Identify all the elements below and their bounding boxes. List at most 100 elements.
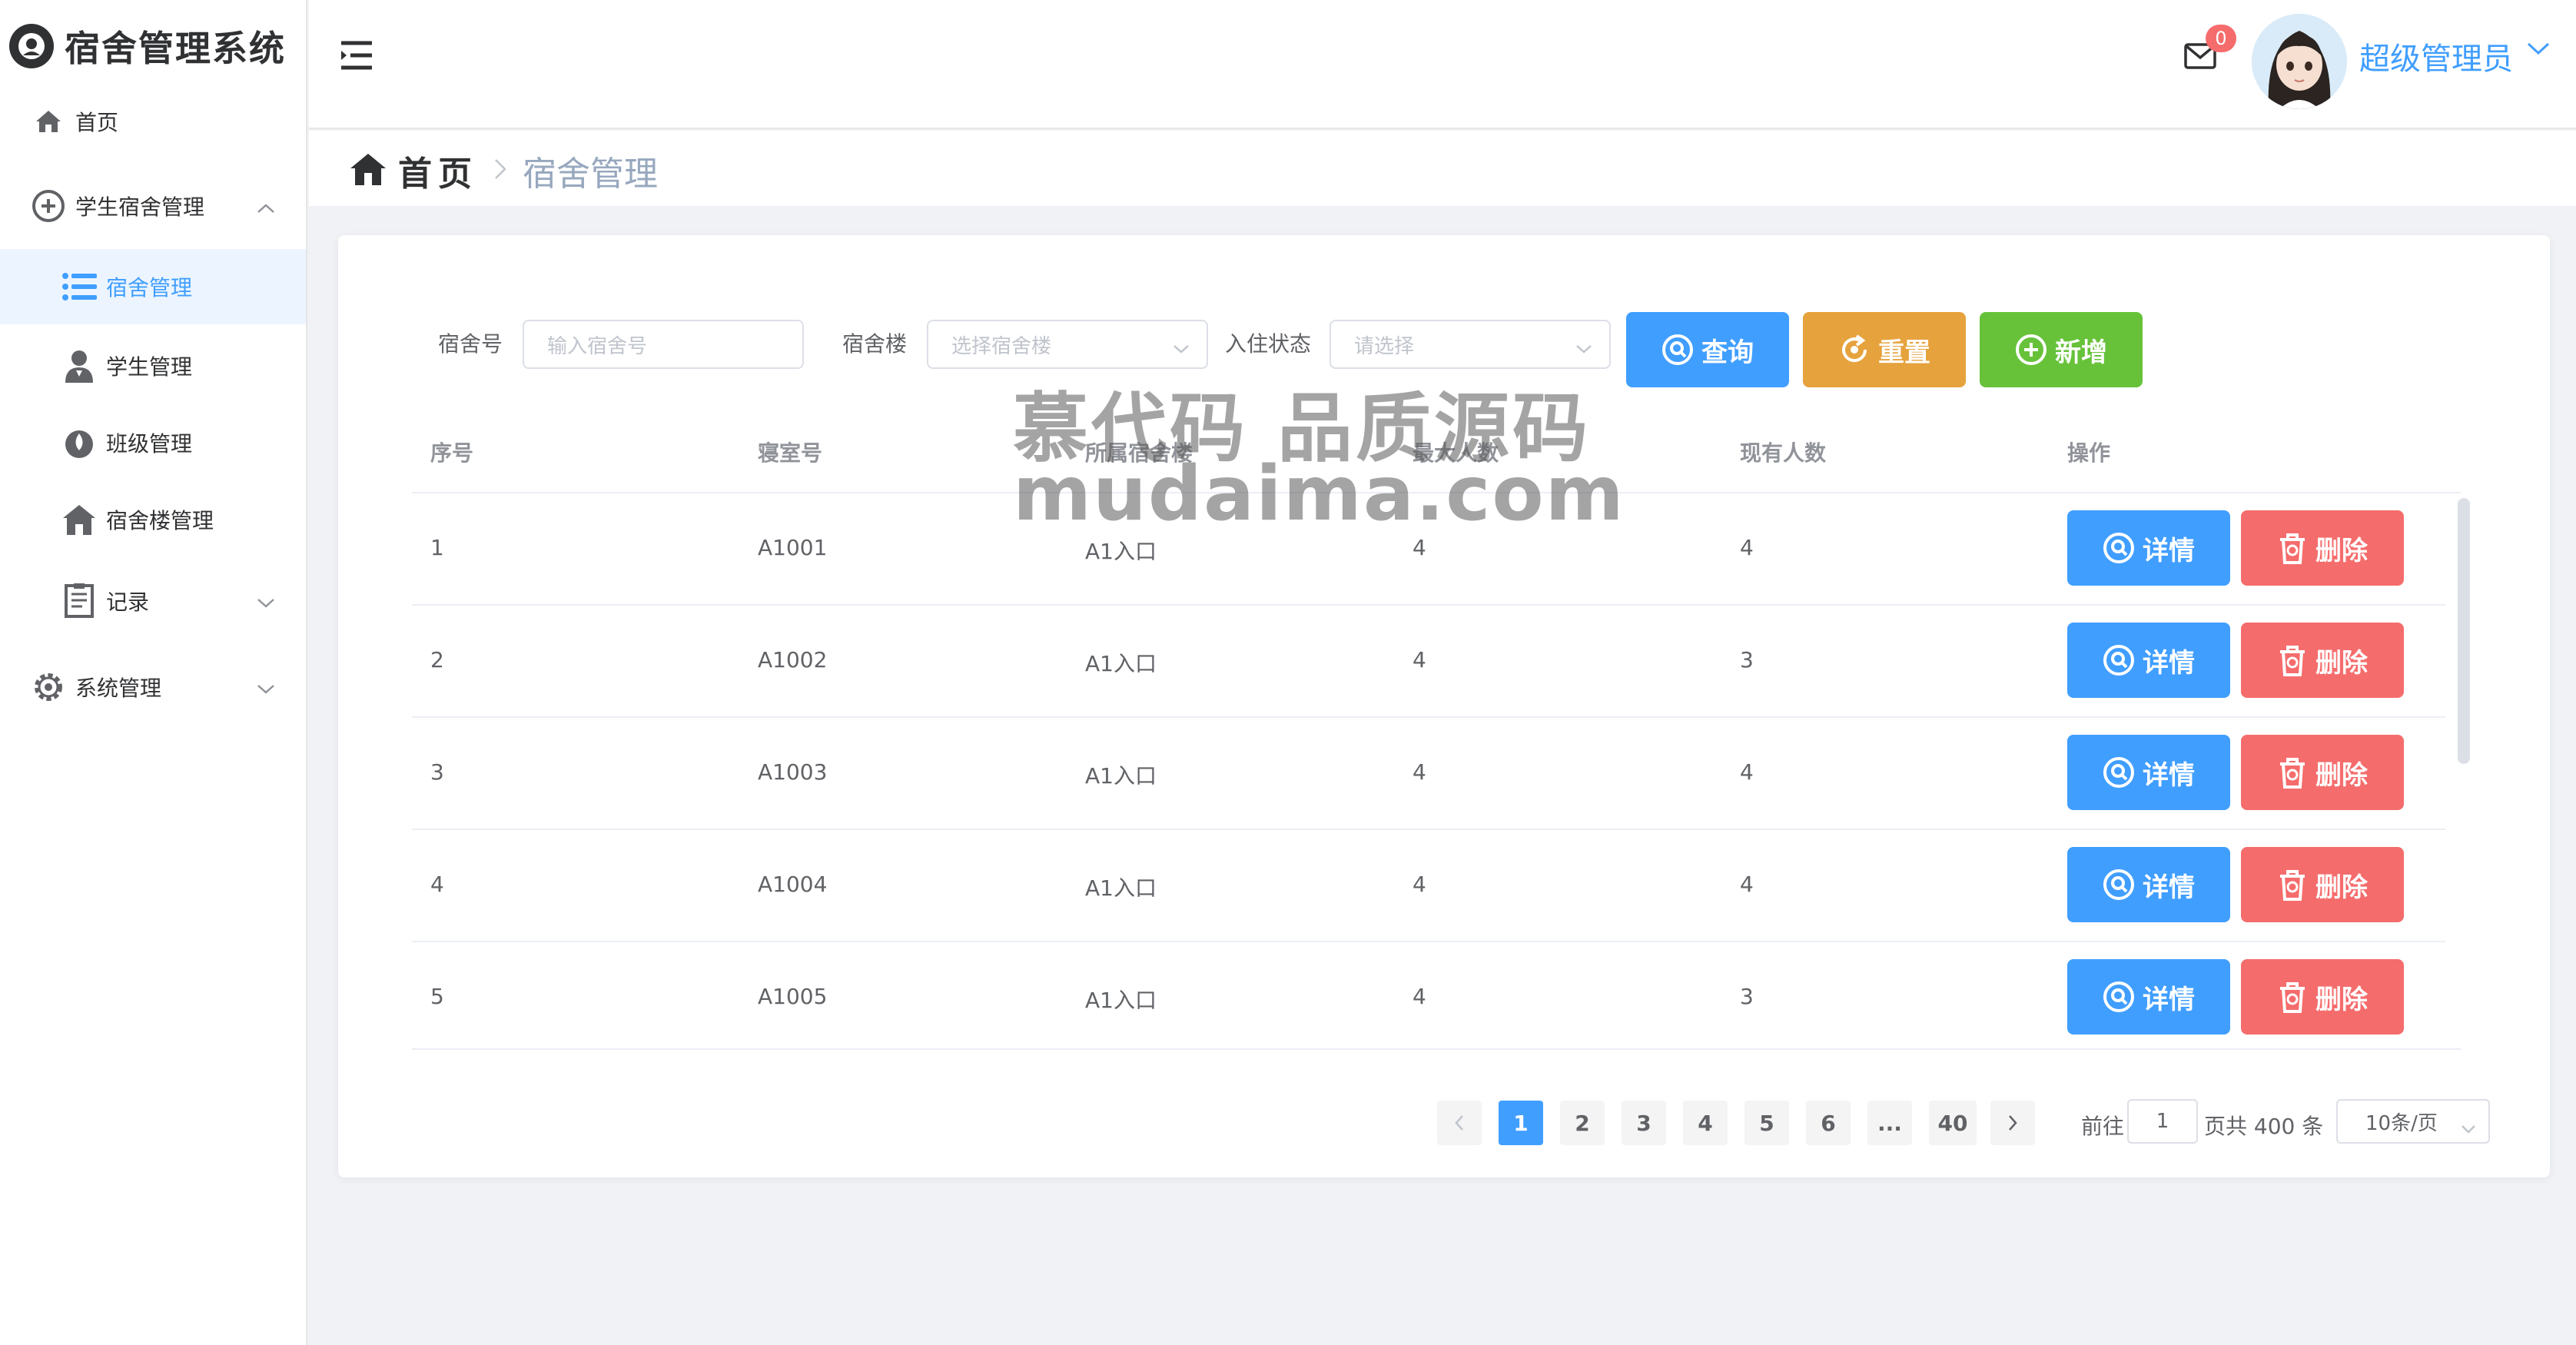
delete-button[interactable]: 删除	[2241, 623, 2404, 698]
search-icon	[2103, 981, 2134, 1012]
page-button[interactable]: 4	[1683, 1101, 1728, 1145]
watermark-url: mudaima.com	[1013, 450, 1625, 538]
building-select[interactable]: 选择宿舍楼	[927, 320, 1208, 369]
chevron-down-icon[interactable]	[2527, 42, 2550, 58]
document-icon	[61, 583, 97, 619]
logo: 宿舍管理系统	[0, 0, 306, 92]
cell-current: 4	[1740, 872, 1754, 897]
detail-button[interactable]: 详情	[2067, 847, 2230, 922]
cell-building: A1入口	[1085, 539, 1157, 564]
page-button[interactable]: 2	[1560, 1101, 1605, 1145]
cell-room: A1003	[758, 759, 828, 785]
plus-circle-icon	[31, 188, 66, 224]
delete-button[interactable]: 删除	[2241, 510, 2404, 586]
query-button[interactable]: 查询	[1626, 312, 1789, 387]
search-icon	[2103, 533, 2134, 563]
delete-button-label: 删除	[2315, 759, 2368, 791]
breadcrumb: 首页 宿舍管理	[349, 146, 658, 195]
sidebar-item-class-management[interactable]: 班级管理	[0, 421, 306, 464]
sidebar-item-label: 宿舍管理	[106, 275, 193, 301]
next-page-button[interactable]	[1990, 1101, 2035, 1145]
add-button-label: 新增	[2055, 337, 2107, 368]
cell-building: A1入口	[1085, 763, 1157, 789]
dorm-no-placeholder: 输入宿舍号	[547, 334, 648, 358]
cell-room: A1005	[758, 984, 828, 1009]
cell-index: 1	[430, 535, 444, 560]
collapse-menu-icon[interactable]	[340, 40, 381, 75]
detail-button[interactable]: 详情	[2067, 623, 2230, 698]
delete-button[interactable]: 删除	[2241, 847, 2404, 922]
sidebar-item-building-management[interactable]: 宿舍楼管理	[0, 498, 306, 541]
detail-button[interactable]: 详情	[2067, 735, 2230, 810]
prev-page-button[interactable]	[1437, 1101, 1482, 1145]
detail-button[interactable]: 详情	[2067, 959, 2230, 1034]
delete-button[interactable]: 删除	[2241, 959, 2404, 1034]
reset-button[interactable]: 重置	[1803, 312, 1966, 387]
sidebar-item-label: 学生宿舍管理	[75, 194, 205, 220]
total-label: 页共 400 条	[2204, 1114, 2324, 1139]
more-pages-button[interactable]: ...	[1867, 1101, 1912, 1145]
sidebar-item-records[interactable]: 记录	[0, 580, 306, 623]
goto-page-input[interactable]: 1	[2127, 1099, 2198, 1144]
user-icon	[61, 348, 97, 384]
page-size-select[interactable]: 10条/页	[2336, 1099, 2490, 1144]
avatar[interactable]	[2252, 14, 2347, 109]
breadcrumb-home[interactable]: 首页	[398, 146, 478, 195]
sidebar-item-label: 首页	[75, 110, 119, 135]
cell-max: 4	[1412, 984, 1426, 1009]
dorm-no-input[interactable]: 输入宿舍号	[523, 320, 804, 369]
breadcrumb-current: 宿舍管理	[523, 154, 658, 194]
building-icon	[61, 502, 97, 537]
cell-room: A1002	[758, 647, 828, 672]
delete-button-label: 删除	[2315, 535, 2368, 566]
sidebar-item-label: 班级管理	[106, 431, 193, 457]
detail-button-label: 详情	[2143, 759, 2195, 791]
page-button[interactable]: 3	[1622, 1101, 1666, 1145]
page-button[interactable]: 6	[1806, 1101, 1851, 1145]
sidebar-item-label: 记录	[106, 589, 150, 615]
cell-max: 4	[1412, 647, 1426, 672]
sidebar-item-label: 学生管理	[106, 354, 193, 380]
status-select[interactable]: 请选择	[1329, 320, 1611, 369]
column-header-current: 现有人数	[1740, 440, 1827, 466]
trash-icon	[2280, 646, 2305, 676]
trash-icon	[2280, 870, 2305, 901]
divider	[412, 1048, 2461, 1050]
sidebar-item-student-dorm[interactable]: 学生宿舍管理	[0, 184, 306, 227]
query-button-label: 查询	[1701, 337, 1754, 368]
page-button[interactable]: 40	[1929, 1101, 1977, 1145]
delete-button[interactable]: 删除	[2241, 735, 2404, 810]
page-button[interactable]: 5	[1744, 1101, 1789, 1145]
sidebar-item-label: 宿舍楼管理	[106, 508, 214, 533]
sidebar-item-system[interactable]: 系统管理	[0, 666, 306, 709]
chevron-down-icon	[2461, 1116, 2476, 1139]
table-scrollbar[interactable]	[2458, 498, 2470, 764]
cell-room: A1004	[758, 872, 828, 897]
search-icon	[2103, 757, 2134, 788]
chevron-left-icon	[1455, 1115, 1463, 1131]
page-button[interactable]: 1	[1499, 1101, 1543, 1145]
chevron-down-icon	[1173, 337, 1190, 360]
add-button[interactable]: 新增	[1980, 312, 2143, 387]
sidebar-item-label: 系统管理	[75, 676, 162, 701]
message-count-badge: 0	[2206, 25, 2236, 52]
table-row: 5 A1005 A1入口 4 3 详情 删除	[412, 942, 2445, 1048]
list-icon	[61, 269, 97, 304]
drop-icon	[61, 425, 97, 460]
cell-current: 3	[1740, 647, 1754, 672]
table-row: 2 A1002 A1入口 4 3 详情 删除	[412, 606, 2445, 718]
cell-building: A1入口	[1085, 651, 1157, 676]
sidebar-item-home[interactable]: 首页	[0, 100, 306, 143]
search-icon	[1662, 334, 1693, 365]
delete-button-label: 删除	[2315, 872, 2368, 903]
chevron-down-icon	[257, 589, 275, 614]
sidebar-item-dorm-management[interactable]: 宿舍管理	[0, 249, 306, 324]
username[interactable]: 超级管理员	[2359, 34, 2513, 78]
detail-button-label: 详情	[2143, 647, 2195, 679]
building-placeholder: 选择宿舍楼	[951, 334, 1052, 358]
cell-max: 4	[1412, 535, 1426, 560]
home-icon	[349, 151, 387, 190]
detail-button[interactable]: 详情	[2067, 510, 2230, 586]
sidebar-item-student-management[interactable]: 学生管理	[0, 344, 306, 387]
cell-current: 4	[1740, 535, 1754, 560]
